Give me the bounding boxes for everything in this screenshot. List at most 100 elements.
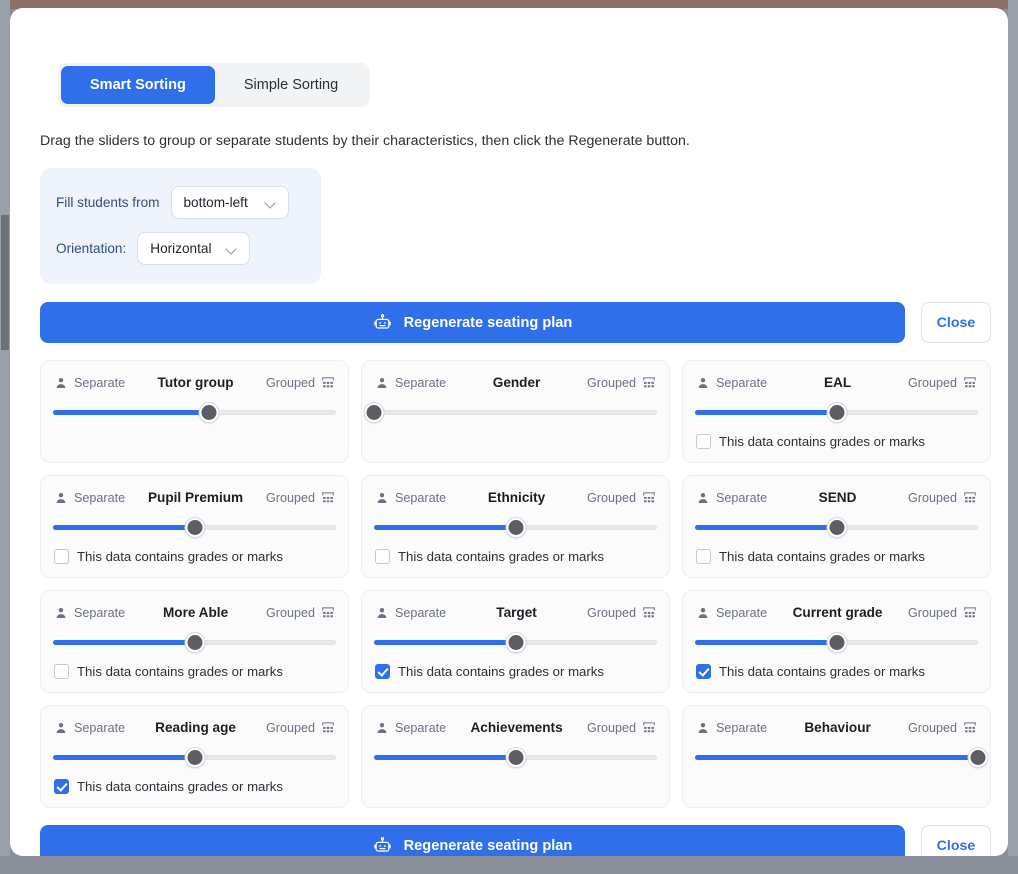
criteria-slider[interactable]	[53, 403, 336, 423]
grades-checkbox-row[interactable]: This data contains grades or marks	[695, 664, 978, 679]
criteria-card: SeparateSENDGroupedThis data contains gr…	[682, 475, 991, 578]
sorting-criteria-grid: SeparateTutor groupGroupedSeparateGender…	[40, 360, 991, 808]
fill-students-from-row: Fill students from bottom-left	[56, 186, 301, 219]
slider-fill	[374, 525, 516, 530]
criteria-title: Pupil Premium	[131, 490, 260, 505]
criteria-card-header: SeparateCurrent gradeGrouped	[695, 605, 978, 620]
background-left-rail	[0, 0, 10, 874]
criteria-card-header: SeparatePupil PremiumGrouped	[53, 490, 336, 505]
seating-grid-icon	[963, 721, 977, 734]
fill-students-from-label: Fill students from	[56, 195, 160, 210]
separate-label: Separate	[395, 491, 446, 505]
criteria-slider[interactable]	[695, 403, 978, 423]
slider-thumb[interactable]	[827, 403, 846, 422]
seating-grid-icon	[963, 376, 977, 389]
grades-checkbox[interactable]	[54, 779, 69, 794]
criteria-card: SeparateBehaviourGrouped	[682, 705, 991, 808]
criteria-slider[interactable]	[695, 518, 978, 538]
separate-label: Separate	[716, 376, 767, 390]
slider-fill	[695, 755, 978, 760]
slider-thumb[interactable]	[199, 403, 218, 422]
criteria-slider[interactable]	[53, 633, 336, 653]
person-icon	[54, 491, 68, 505]
separate-label: Separate	[716, 606, 767, 620]
grades-checkbox-row[interactable]: This data contains grades or marks	[53, 664, 336, 679]
regenerate-seating-plan-button-top[interactable]: Regenerate seating plan	[40, 302, 905, 343]
slider-fill	[53, 640, 195, 645]
grouped-label: Grouped	[587, 491, 636, 505]
slider-thumb[interactable]	[185, 518, 204, 537]
person-icon	[696, 606, 710, 620]
separate-label: Separate	[74, 491, 125, 505]
criteria-slider[interactable]	[374, 403, 657, 423]
criteria-card: Separate Ethnicity Grouped This data contai…	[361, 475, 670, 578]
seating-grid-icon	[963, 606, 977, 619]
criteria-title: SEND	[773, 490, 902, 505]
criteria-title: Target	[452, 605, 581, 620]
criteria-card: SeparateEALGrouped This data contains gra…	[682, 360, 991, 463]
close-button-bottom[interactable]: Close	[921, 825, 991, 856]
criteria-title: Ethnicity	[452, 490, 581, 505]
grades-checkbox-label: This data contains grades or marks	[398, 664, 604, 679]
fill-students-from-value: bottom-left	[184, 195, 248, 210]
criteria-slider[interactable]	[374, 748, 657, 768]
instruction-text: Drag the sliders to group or separate st…	[40, 133, 987, 149]
criteria-card-header: SeparateBehaviourGrouped	[695, 720, 978, 735]
criteria-slider[interactable]	[374, 633, 657, 653]
criteria-slider[interactable]	[374, 518, 657, 538]
slider-thumb[interactable]	[365, 403, 384, 422]
grouped-label: Grouped	[908, 376, 957, 390]
grades-checkbox[interactable]	[375, 664, 390, 679]
criteria-card: SeparateCurrent gradeGrouped This data co…	[682, 590, 991, 693]
slider-thumb[interactable]	[827, 633, 846, 652]
orientation-value: Horizontal	[150, 241, 211, 256]
criteria-slider[interactable]	[53, 518, 336, 538]
slider-thumb[interactable]	[185, 633, 204, 652]
grades-checkbox-row[interactable]: This data contains grades or marks	[695, 434, 978, 449]
criteria-card-header: SeparateTargetGrouped	[374, 605, 657, 620]
slider-thumb[interactable]	[969, 748, 988, 767]
criteria-slider[interactable]	[695, 633, 978, 653]
grades-checkbox-row[interactable]: This data contains grades or marks	[695, 549, 978, 564]
separate-label: Separate	[716, 491, 767, 505]
tab-simple-sorting[interactable]: Simple Sorting	[215, 66, 367, 104]
orientation-select[interactable]: Horizontal	[137, 232, 250, 265]
slider-thumb[interactable]	[506, 633, 525, 652]
criteria-card-header: SeparateMore AbleGrouped	[53, 605, 336, 620]
criteria-card-header: SeparateEALGrouped	[695, 375, 978, 390]
regenerate-seating-plan-button-bottom[interactable]: Regenerate seating plan	[40, 825, 905, 856]
grades-checkbox[interactable]	[696, 549, 711, 564]
grouped-label: Grouped	[266, 721, 315, 735]
grades-checkbox-label: This data contains grades or marks	[77, 779, 283, 794]
grades-checkbox[interactable]	[696, 664, 711, 679]
slider-thumb[interactable]	[506, 518, 525, 537]
grades-checkbox-row[interactable]: This data contains grades or marks	[53, 549, 336, 564]
tab-smart-sorting[interactable]: Smart Sorting	[61, 66, 215, 104]
grades-checkbox[interactable]	[696, 434, 711, 449]
grades-checkbox-row[interactable]: This data contains grades or marks	[374, 664, 657, 679]
slider-thumb[interactable]	[506, 748, 525, 767]
criteria-card: SeparateTutor groupGrouped	[40, 360, 349, 463]
slider-track[interactable]	[374, 410, 657, 415]
slider-thumb[interactable]	[185, 748, 204, 767]
close-button-top[interactable]: Close	[921, 302, 991, 343]
slider-fill	[53, 755, 195, 760]
robot-icon	[373, 836, 392, 855]
slider-fill	[374, 755, 516, 760]
slider-thumb[interactable]	[827, 518, 846, 537]
seating-grid-icon	[642, 376, 656, 389]
grouped-label: Grouped	[587, 721, 636, 735]
grades-checkbox[interactable]	[54, 549, 69, 564]
grades-checkbox[interactable]	[54, 664, 69, 679]
chevron-down-icon	[265, 197, 277, 209]
criteria-title: Achievements	[452, 720, 581, 735]
criteria-slider[interactable]	[53, 748, 336, 768]
grades-checkbox[interactable]	[375, 549, 390, 564]
criteria-slider[interactable]	[695, 748, 978, 768]
fill-students-from-select[interactable]: bottom-left	[171, 186, 289, 219]
criteria-card: SeparateGenderGrouped	[361, 360, 670, 463]
criteria-title: More Able	[131, 605, 260, 620]
seating-grid-icon	[642, 606, 656, 619]
grades-checkbox-row[interactable]: This data contains grades or marks	[53, 779, 336, 794]
grades-checkbox-row[interactable]: This data contains grades or marks	[374, 549, 657, 564]
